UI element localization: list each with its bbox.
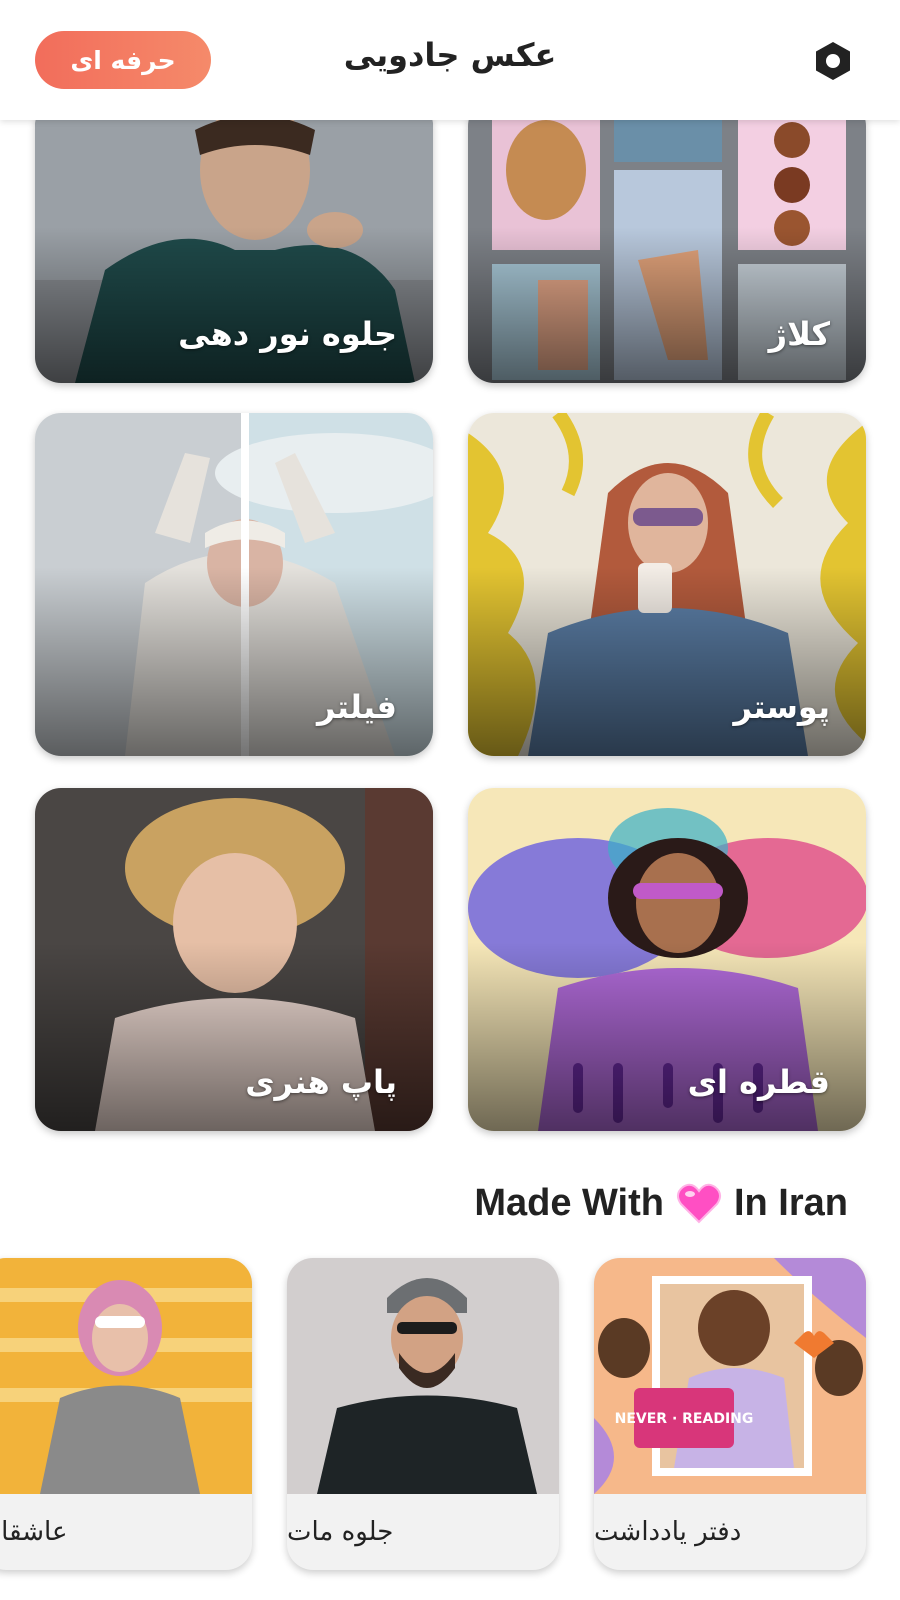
matte-thumbnail [287,1258,559,1494]
template-caption: دفتر یادداشت [594,1517,742,1547]
card-shade [35,227,433,383]
feature-label: قطره ای [687,1063,830,1101]
template-card-romantic[interactable]: عاشقانه [0,1258,252,1570]
card-shade [35,942,433,1131]
settings-icon[interactable] [812,40,854,82]
feature-card-pop-art[interactable]: پاپ هنری [35,788,433,1131]
feature-card-collage[interactable]: کلاژ [468,100,866,383]
feature-label: پاپ هنری [245,1063,397,1101]
made-with-heading: Made With In Iran [448,1178,848,1228]
feature-label: جلوه نور دهی [178,315,397,353]
template-caption: جلوه مات [287,1517,394,1547]
feature-card-poster[interactable]: پوستر [468,413,866,756]
feature-label: فیلتر [316,688,397,726]
card-shade [35,567,433,756]
feature-card-drip[interactable]: قطره ای [468,788,866,1131]
made-with-text: Made With [474,1181,664,1224]
feature-card-filter[interactable]: فیلتر [35,413,433,756]
card-shade [468,227,866,383]
pink-heart-icon [676,1183,721,1224]
feature-card-lighting[interactable]: جلوه نور دهی [35,100,433,383]
feature-label: پوستر [733,688,830,726]
pro-button[interactable]: حرفه ای [35,31,211,89]
app-header: حرفه ای عکس جادویی [0,0,900,120]
svg-text:NEVER · READING: NEVER · READING [615,1411,754,1427]
template-card-notebook[interactable]: NEVER · READING دفتر یادداشت [594,1258,866,1570]
in-iran-text: In Iran [733,1181,848,1224]
card-shade [468,567,866,756]
template-caption: عاشقانه [0,1517,68,1547]
template-card-matte[interactable]: جلوه مات [287,1258,559,1570]
card-shade [468,942,866,1131]
romantic-thumbnail [0,1258,252,1494]
feature-label: کلاژ [768,315,830,353]
page-title: عکس جادویی [343,36,557,74]
notebook-thumbnail: NEVER · READING [594,1258,866,1494]
